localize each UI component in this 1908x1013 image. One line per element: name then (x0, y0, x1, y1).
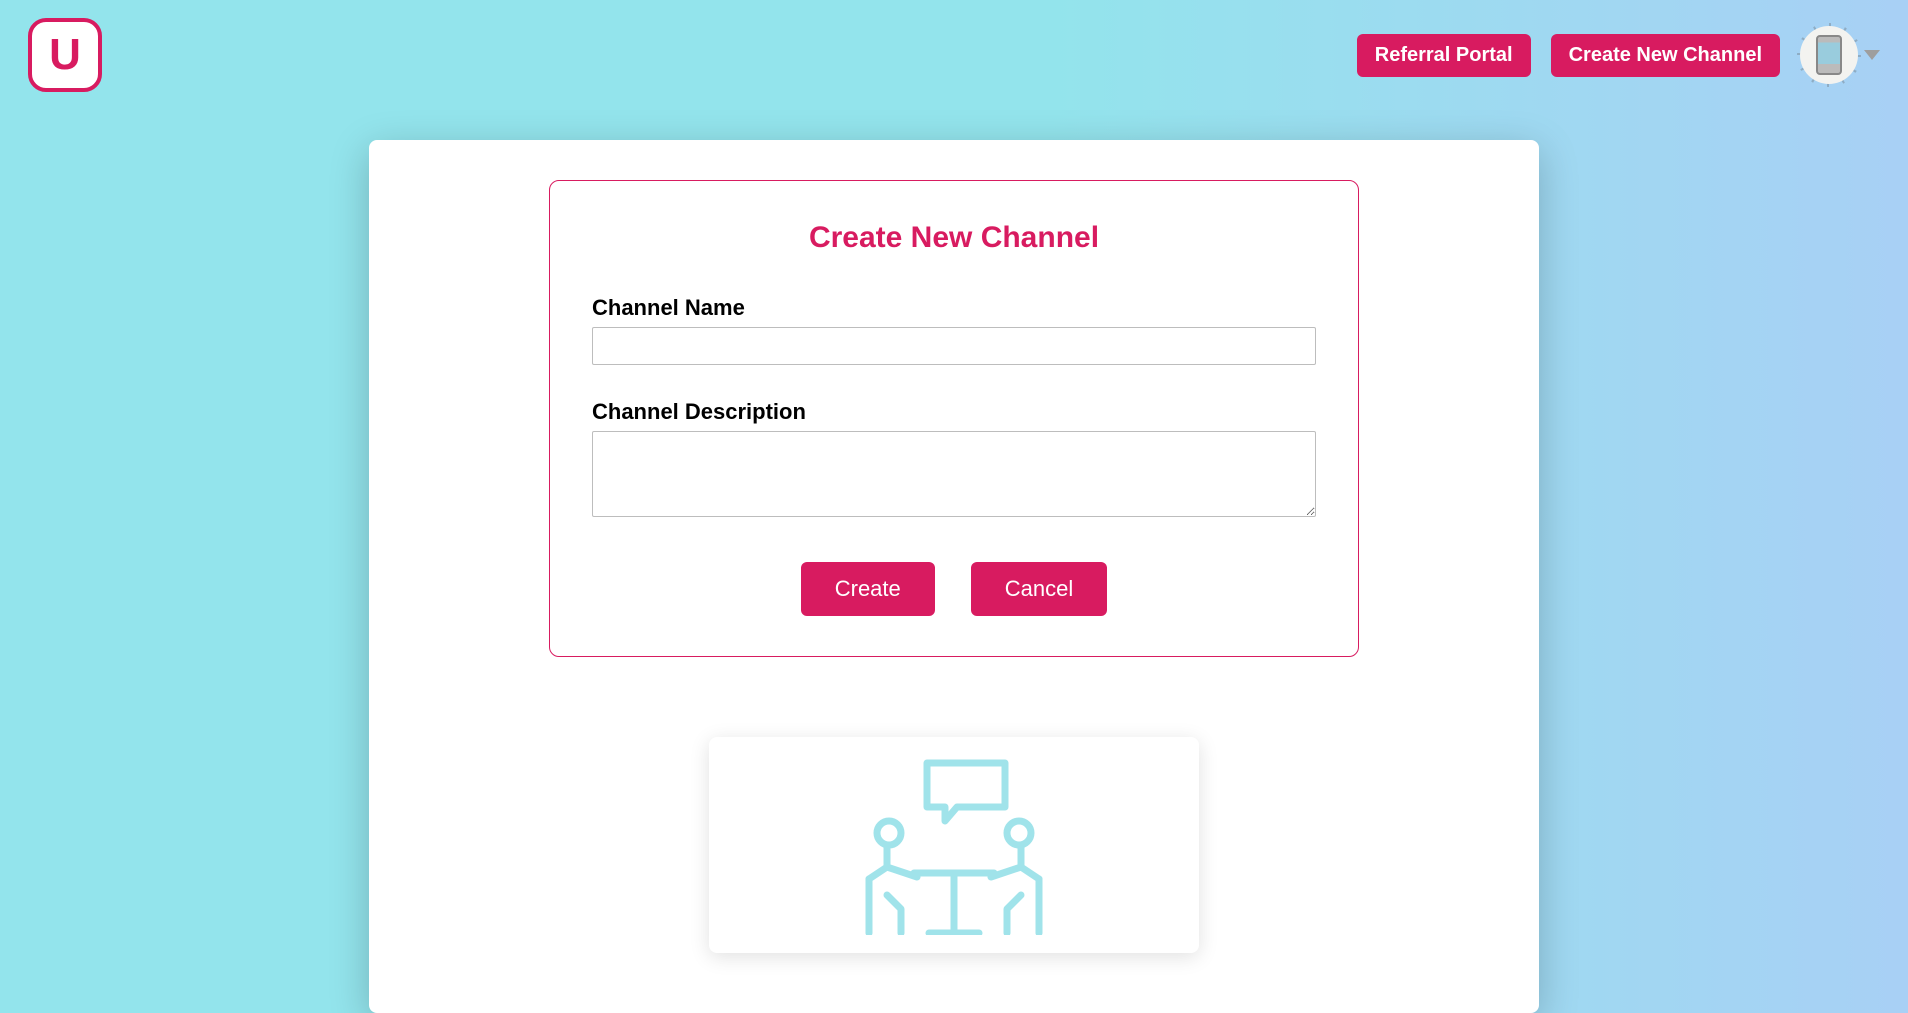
channel-description-label: Channel Description (592, 399, 1316, 425)
phone-icon (1816, 35, 1842, 75)
main-card: Create New Channel Channel Name Channel … (369, 140, 1539, 1013)
create-channel-form: Create New Channel Channel Name Channel … (549, 180, 1359, 657)
create-new-channel-button[interactable]: Create New Channel (1551, 34, 1780, 77)
channel-name-label: Channel Name (592, 295, 1316, 321)
app-header: U Referral Portal Create New Channel (0, 0, 1908, 110)
form-buttons: Create Cancel (592, 562, 1316, 616)
referral-portal-button[interactable]: Referral Portal (1357, 34, 1531, 77)
user-menu-trigger[interactable] (1800, 26, 1880, 84)
chevron-down-icon (1864, 50, 1880, 60)
app-logo[interactable]: U (28, 18, 102, 92)
channel-name-input[interactable] (592, 327, 1316, 365)
create-button[interactable]: Create (801, 562, 935, 616)
form-title: Create New Channel (592, 221, 1316, 255)
logo-letter: U (49, 30, 81, 80)
discussion-icon (839, 755, 1069, 935)
cancel-button[interactable]: Cancel (971, 562, 1107, 616)
illustration-card (709, 737, 1199, 953)
header-actions: Referral Portal Create New Channel (1357, 26, 1880, 84)
avatar (1800, 26, 1858, 84)
channel-description-input[interactable] (592, 431, 1316, 517)
